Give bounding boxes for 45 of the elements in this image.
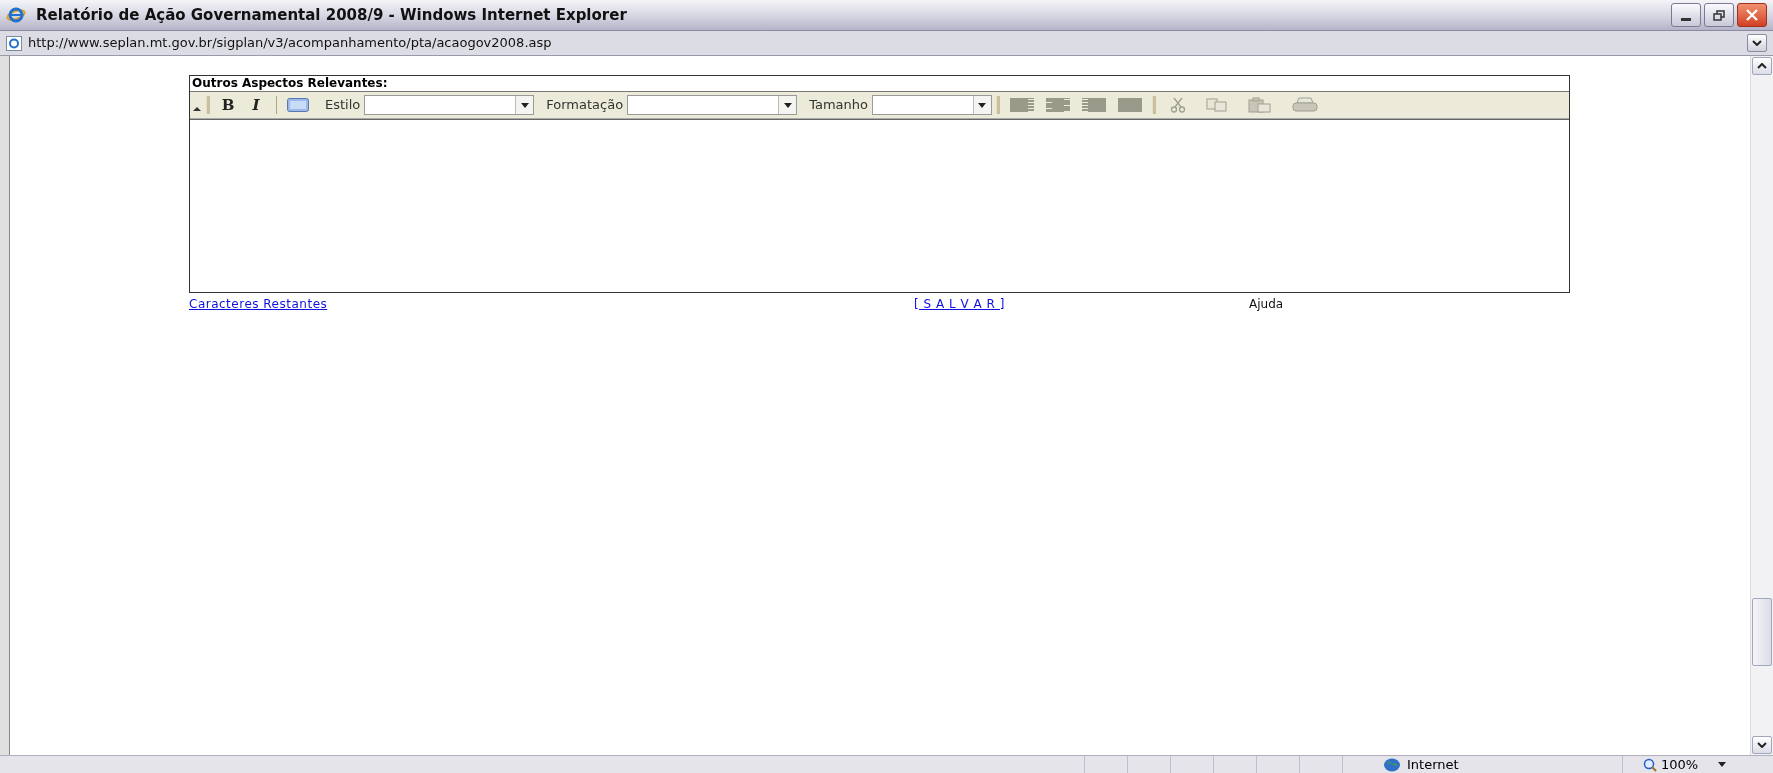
- align-icon[interactable]: [1009, 98, 1034, 112]
- scrollbar[interactable]: [1750, 56, 1773, 755]
- bold-button[interactable]: B: [214, 93, 242, 117]
- paste-icon[interactable]: [1247, 97, 1272, 113]
- chevron-up-icon: [1757, 63, 1767, 69]
- align-icon[interactable]: [1081, 98, 1106, 112]
- caret-icon: [520, 102, 529, 108]
- copy-icon[interactable]: [1205, 98, 1228, 112]
- minimize-icon: [1681, 17, 1691, 21]
- globe-icon: [1383, 757, 1401, 772]
- dropdown-label: Formatação: [546, 96, 624, 115]
- restore-icon: [1712, 9, 1726, 21]
- save-link[interactable]: [ S A L V A R ]: [914, 295, 1249, 313]
- align-icon[interactable]: [1117, 98, 1142, 112]
- dropdown-field[interactable]: [364, 95, 535, 115]
- url-text: http://www.seplan.mt.gov.br/sigplan/v3/acompanhamento/pta/acaogov2008.asp: [28, 34, 552, 53]
- dropdown-field[interactable]: [627, 95, 798, 115]
- zoom-level[interactable]: 100%: [1661, 754, 1699, 773]
- align-icon[interactable]: [1045, 98, 1070, 112]
- scrollbar-thumb[interactable]: [1752, 598, 1772, 666]
- dropdown-label: Estilo: [325, 96, 361, 115]
- image-icon[interactable]: [287, 98, 309, 112]
- browser-logo-icon: [6, 6, 26, 24]
- remaining-characters-link[interactable]: Caracteres Restantes: [189, 295, 914, 313]
- dropdown-label: Tamanho: [809, 96, 868, 115]
- caret-icon: [978, 102, 987, 108]
- editor-title: Outros Aspectos Relevantes:: [191, 76, 389, 91]
- dropdown-field[interactable]: [871, 95, 992, 115]
- minimize-button[interactable]: [1671, 3, 1701, 27]
- caret-icon: [783, 102, 792, 108]
- italic-button[interactable]: I: [242, 93, 270, 117]
- close-button[interactable]: [1737, 3, 1767, 27]
- zoom-icon[interactable]: [1643, 757, 1657, 772]
- dropdown-button[interactable]: [1747, 34, 1767, 52]
- close-icon: [1745, 9, 1759, 21]
- chevron-down-icon: [1752, 40, 1762, 46]
- cut-icon[interactable]: [1169, 97, 1186, 113]
- restore-button[interactable]: [1704, 3, 1734, 27]
- window-title: Relatório de Ação Governamental 2008/9 - Windows Internet Explorer: [36, 4, 627, 26]
- zone-text: Internet: [1407, 755, 1459, 773]
- chevron-down-icon: [1757, 742, 1767, 748]
- help-text: Ajuda: [1249, 296, 1285, 313]
- caret-icon[interactable]: [1718, 762, 1727, 767]
- page-icon: [6, 35, 22, 51]
- print-icon[interactable]: [1291, 97, 1318, 113]
